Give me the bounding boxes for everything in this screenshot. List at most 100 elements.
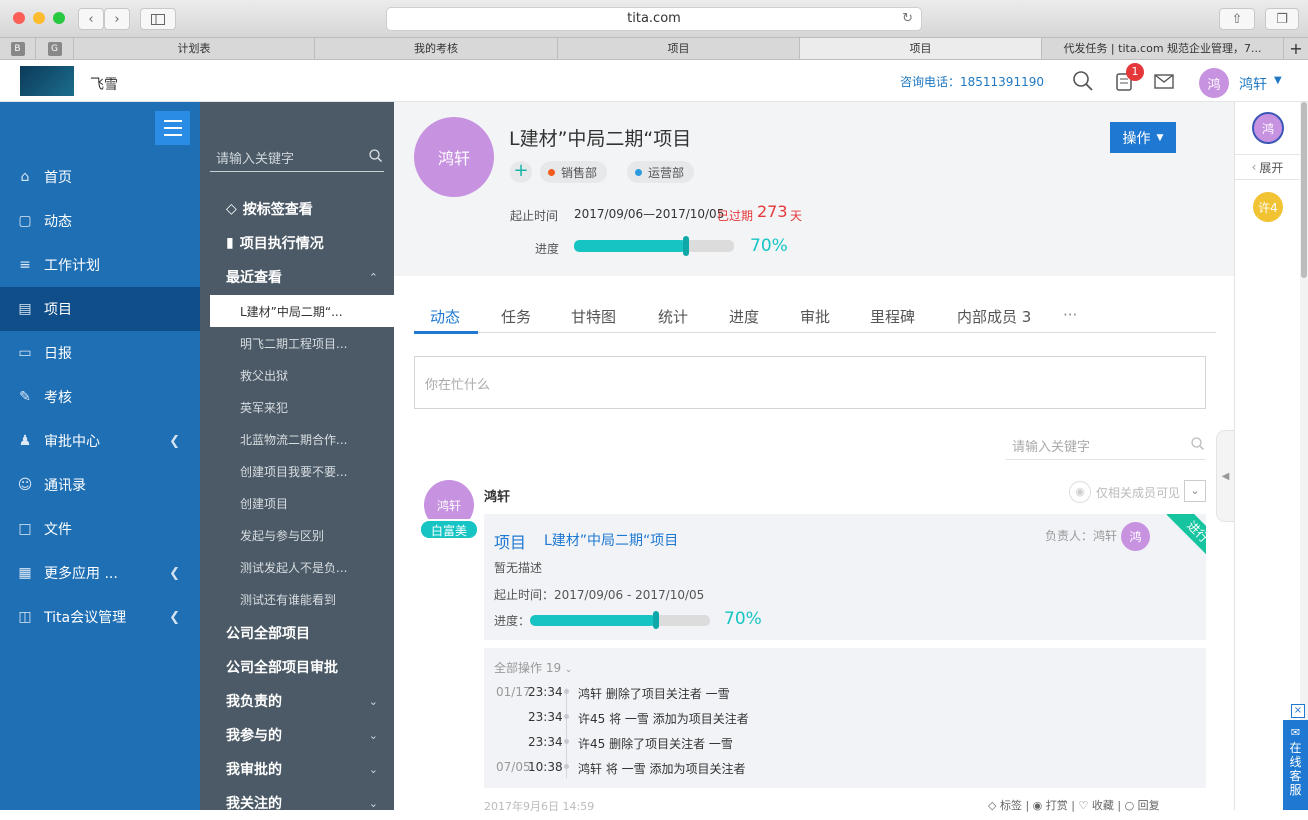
recent-item[interactable]: 英军来犯	[200, 391, 394, 423]
tab-feed[interactable]: 动态	[430, 306, 460, 327]
company-logo[interactable]	[20, 66, 74, 96]
nav-item-files[interactable]: □ 文件	[0, 507, 200, 551]
nav-item-review[interactable]: ✎ 考核	[0, 375, 200, 419]
chat-icon: ▢	[18, 213, 32, 229]
search-icon[interactable]	[1191, 437, 1204, 450]
recent-item[interactable]: 创建项目我要不要...	[200, 455, 394, 487]
view-by-tag[interactable]: ◇ 按标签查看	[200, 192, 394, 226]
tab-members[interactable]: 内部成员 3	[957, 306, 1031, 327]
nav-item-meeting[interactable]: ◫ Tita会议管理 ❮	[0, 595, 200, 639]
recent-item[interactable]: 发起与参与区别	[200, 519, 394, 551]
url-bar[interactable]: tita.com ↻	[386, 7, 922, 31]
nav-item-home[interactable]: ⌂ 首页	[0, 155, 200, 199]
tag-action[interactable]: 标签	[1000, 799, 1022, 812]
section-responsible[interactable]: 我负责的 ⌄	[200, 684, 394, 718]
recent-section[interactable]: 最近查看 ⌃	[200, 260, 394, 294]
card-desc: 暂无描述	[494, 561, 543, 575]
reload-icon[interactable]: ↻	[902, 8, 913, 30]
nav-item-more-apps[interactable]: ▦ 更多应用 ... ❮	[0, 551, 200, 595]
collapse-panel-handle[interactable]: ◀	[1216, 430, 1234, 522]
recent-item[interactable]: 明飞二期工程项目...	[200, 327, 394, 359]
tab-tasks[interactable]: 任务	[501, 306, 531, 327]
dept-tag[interactable]: 销售部	[540, 161, 608, 183]
card-owner-avatar[interactable]: 鸿	[1121, 522, 1150, 551]
post-menu-button[interactable]: ⌄	[1184, 480, 1206, 502]
minimize-window-button[interactable]	[33, 12, 45, 24]
status-composer[interactable]: 你在忙什么	[414, 356, 1206, 409]
right-panel-avatar[interactable]: 鸿	[1252, 112, 1284, 144]
mail-icon[interactable]	[1154, 74, 1174, 89]
section-following[interactable]: 我关注的 ⌄	[200, 786, 394, 820]
recent-item[interactable]: 测试还有谁能看到	[200, 583, 394, 615]
zoom-window-button[interactable]	[53, 12, 65, 24]
tab-stats[interactable]: 统计	[658, 306, 688, 327]
close-service-button[interactable]: ×	[1291, 704, 1305, 718]
pinned-tab-g[interactable]: G	[47, 41, 62, 56]
scrollbar-thumb[interactable]	[1301, 102, 1307, 278]
operations-button[interactable]: 操作 ▼	[1110, 122, 1176, 153]
execution-status[interactable]: ▮ 项目执行情况	[200, 226, 394, 260]
nav-item-daily[interactable]: ▭ 日报	[0, 331, 200, 375]
nav-item-plan[interactable]: ≡ 工作计划	[0, 243, 200, 287]
add-dept-button[interactable]: +	[510, 161, 532, 183]
progress-handle[interactable]	[683, 236, 689, 256]
recent-item[interactable]: 北蓝物流二期合作...	[200, 423, 394, 455]
project-card[interactable]: 项目 L建材”中局二期“项目 负责人：鸿轩 鸿 进行中 暂无描述 起止时间：20…	[484, 514, 1206, 640]
online-service-widget[interactable]: ✉ 在线客服	[1283, 720, 1308, 810]
tab-project-2[interactable]: 项目	[800, 38, 1042, 59]
section-participating[interactable]: 我参与的 ⌄	[200, 718, 394, 752]
tab-project-1[interactable]: 项目	[558, 38, 800, 59]
tab-progress[interactable]: 进度	[729, 306, 759, 327]
user-avatar[interactable]: 鸿	[1199, 68, 1229, 98]
project-search[interactable]: 请输入关键字	[210, 140, 384, 172]
dept-tag[interactable]: 运营部	[627, 161, 695, 183]
close-window-button[interactable]	[13, 12, 25, 24]
post-author[interactable]: 鸿轩	[484, 486, 510, 505]
menu-toggle-button[interactable]	[155, 111, 190, 145]
card-progress-handle	[653, 611, 659, 629]
op-text: 许45 将 一雪 添加为项目关注者	[578, 712, 749, 726]
share-button[interactable]: ⇧	[1219, 8, 1255, 30]
user-name[interactable]: 鸿轩	[1239, 74, 1267, 94]
favorite-action[interactable]: 收藏	[1092, 799, 1114, 812]
nav-label-review: 考核	[44, 390, 72, 406]
tab-task[interactable]: 代发任务 | tita.com 规范企业管理，7...	[1042, 38, 1284, 59]
nav-item-contacts[interactable]: ☺ 通讯录	[0, 463, 200, 507]
tab-more[interactable]: ···	[1063, 306, 1077, 324]
pinned-tab-b[interactable]: B	[10, 41, 25, 56]
tab-review[interactable]: 我的考核	[315, 38, 558, 59]
chevron-up-icon: ⌃	[368, 270, 378, 284]
user-menu-caret-icon[interactable]: ▼	[1274, 75, 1282, 86]
tab-gantt[interactable]: 甘特图	[571, 306, 616, 327]
reward-action[interactable]: 打赏	[1046, 799, 1068, 812]
member-avatar[interactable]: 许4	[1253, 192, 1283, 222]
expand-button[interactable]: ‹ 展开	[1235, 154, 1300, 180]
tab-approval[interactable]: 审批	[800, 306, 830, 327]
search-icon[interactable]	[1073, 71, 1093, 91]
nav-item-project[interactable]: ▤ 项目	[0, 287, 200, 331]
chevron-down-icon: ⌄	[368, 694, 378, 708]
back-button[interactable]: ‹	[78, 8, 104, 30]
sidebar-toggle-button[interactable]	[140, 8, 176, 30]
tabs-overview-button[interactable]: ❐	[1265, 8, 1299, 30]
new-tab-button[interactable]: +	[1284, 38, 1308, 59]
pinned-tabs[interactable]: B	[0, 38, 36, 59]
forward-button[interactable]: ›	[104, 8, 130, 30]
recent-item[interactable]: 救父出狱	[200, 359, 394, 391]
search-icon[interactable]	[369, 149, 382, 162]
recent-item[interactable]: L建材”中局二期“...	[210, 295, 394, 327]
tab-plan[interactable]: 计划表	[74, 38, 315, 59]
tab-milestones[interactable]: 里程碑	[870, 306, 915, 327]
ops-header[interactable]: 全部操作 19 ⌄	[494, 659, 572, 676]
recent-item[interactable]: 测试发起人不是负...	[200, 551, 394, 583]
feed-search-input[interactable]: 请输入关键字	[1006, 430, 1206, 460]
recent-item[interactable]: 创建项目	[200, 487, 394, 519]
all-company-projects[interactable]: 公司全部项目	[200, 616, 394, 650]
pinned-tab-g-wrap[interactable]: G	[36, 38, 74, 59]
section-approving[interactable]: 我审批的 ⌄	[200, 752, 394, 786]
reply-action[interactable]: 回复	[1138, 799, 1160, 812]
nav-item-approval[interactable]: ♟ 审批中心 ❮	[0, 419, 200, 463]
card-title[interactable]: L建材”中局二期“项目	[544, 530, 678, 550]
nav-item-feed[interactable]: ▢ 动态	[0, 199, 200, 243]
company-project-approvals[interactable]: 公司全部项目审批	[200, 650, 394, 684]
